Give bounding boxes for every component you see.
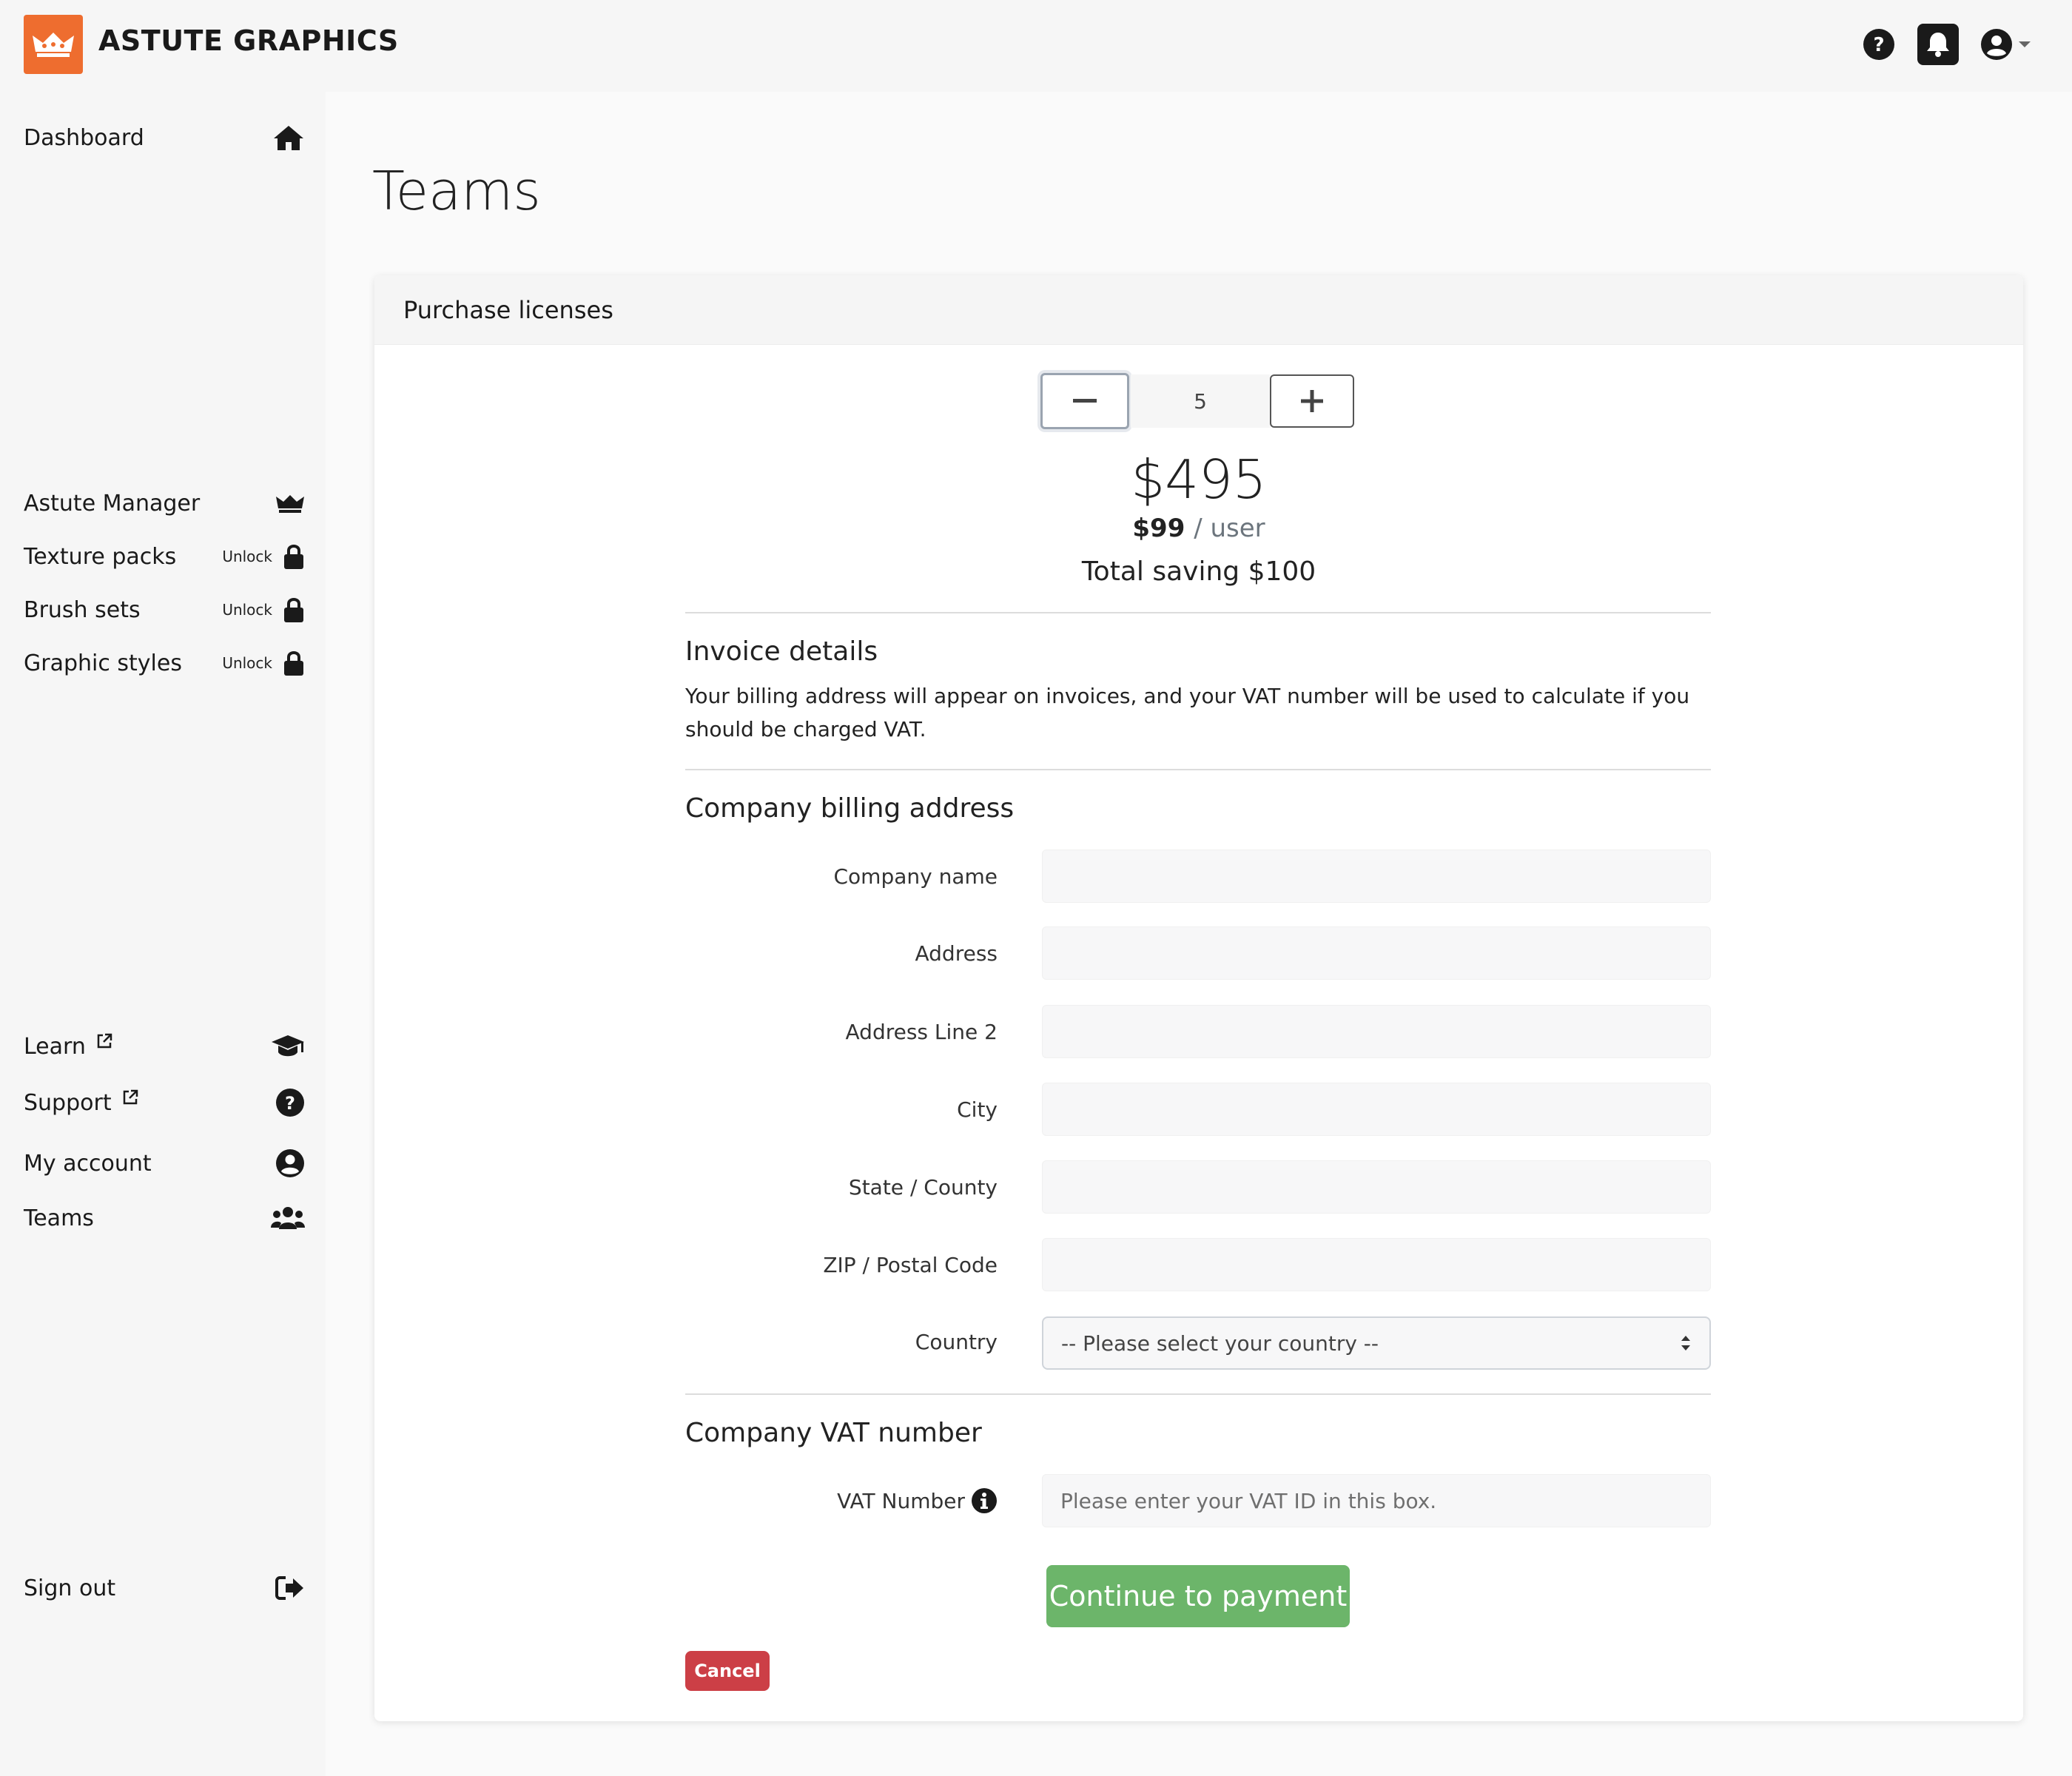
- question-circle-icon: ?: [276, 1089, 304, 1117]
- crown-logo-icon[interactable]: [24, 15, 83, 74]
- user-menu[interactable]: [1980, 28, 2039, 61]
- sidebar-item-label: Dashboard: [24, 124, 144, 151]
- minus-icon: [1073, 399, 1097, 403]
- page-title: Teams: [372, 160, 541, 222]
- state-county-field[interactable]: [1042, 1160, 1711, 1214]
- unlock-label: Unlock: [222, 601, 272, 619]
- svg-text:?: ?: [1873, 34, 1884, 56]
- sidebar-item-label: Support: [24, 1089, 112, 1116]
- sidebar-item-my-account[interactable]: My account: [24, 1143, 305, 1184]
- state-county-label: State / County: [848, 1174, 998, 1200]
- user-circle-icon: [276, 1149, 304, 1177]
- sidebar-item-label: Brush sets: [24, 596, 141, 623]
- plus-icon: [1301, 390, 1323, 412]
- total-price: $495: [1131, 448, 1267, 511]
- address-label: Address: [915, 941, 998, 966]
- address-line-2-label: Address Line 2: [845, 1019, 998, 1044]
- divider: [685, 612, 1711, 613]
- external-link-icon: [97, 1033, 112, 1049]
- address-line-2-field[interactable]: [1042, 1005, 1711, 1058]
- city-field[interactable]: [1042, 1083, 1711, 1136]
- invoice-details-title: Invoice details: [685, 636, 878, 667]
- divider: [685, 769, 1711, 770]
- vat-number-label: VAT Number: [685, 1474, 998, 1527]
- per-user-amount: $99: [1132, 514, 1185, 543]
- sidebar-item-label: Sign out: [24, 1575, 116, 1601]
- per-user-suffix: / user: [1194, 514, 1265, 543]
- per-user-price: $99 / user: [1036, 514, 1362, 543]
- company-name-field[interactable]: [1042, 850, 1711, 903]
- sign-out-icon: [275, 1576, 303, 1600]
- zip-postal-code-label: ZIP / Postal Code: [823, 1252, 998, 1277]
- crown-icon: [276, 495, 304, 513]
- sidebar-item-learn[interactable]: Learn: [24, 1026, 305, 1067]
- country-select[interactable]: -- Please select your country --: [1042, 1316, 1711, 1370]
- sidebar-item-texture-packs[interactable]: Texture packs Unlock: [24, 536, 305, 577]
- increase-quantity-button[interactable]: [1270, 374, 1354, 428]
- sidebar-item-label: My account: [24, 1150, 152, 1177]
- top-bar: ASTUTE GRAPHICS ?: [0, 0, 2072, 92]
- sidebar-item-label: Texture packs: [24, 543, 177, 570]
- quantity-stepper[interactable]: 5: [1131, 374, 1270, 428]
- home-icon: [274, 126, 303, 150]
- vat-number-field[interactable]: [1042, 1474, 1711, 1527]
- svg-text:?: ?: [285, 1093, 295, 1114]
- sidebar-item-teams[interactable]: Teams: [24, 1197, 305, 1239]
- bell-icon: [1927, 33, 1949, 57]
- card-title: Purchase licenses: [374, 275, 2023, 345]
- continue-to-payment-button[interactable]: Continue to payment: [1046, 1565, 1350, 1627]
- sidebar-item-label: Teams: [24, 1205, 94, 1231]
- sidebar: Dashboard Astute Manager Texture packs U…: [0, 92, 326, 1776]
- sidebar-item-astute-manager[interactable]: Astute Manager: [24, 482, 305, 524]
- country-select-value: -- Please select your country --: [1061, 1331, 1379, 1356]
- users-icon: [271, 1207, 305, 1229]
- cancel-button[interactable]: Cancel: [685, 1651, 770, 1691]
- invoice-details-description: Your billing address will appear on invo…: [685, 684, 1690, 741]
- billing-address-title: Company billing address: [685, 793, 1015, 824]
- sidebar-item-label: Astute Manager: [24, 490, 201, 517]
- country-label: Country: [915, 1329, 998, 1354]
- lock-icon: [284, 651, 303, 676]
- sidebar-item-brush-sets[interactable]: Brush sets Unlock: [24, 589, 305, 630]
- info-icon[interactable]: [971, 1487, 998, 1514]
- sort-arrows-icon: [1681, 1336, 1690, 1350]
- sidebar-item-dashboard[interactable]: Dashboard: [24, 117, 305, 158]
- total-saving: Total saving $100: [1081, 556, 1316, 587]
- decrease-quantity-button[interactable]: [1040, 373, 1129, 429]
- unlock-label: Unlock: [222, 654, 272, 672]
- divider: [685, 1393, 1711, 1395]
- sidebar-item-support[interactable]: Support ?: [24, 1082, 305, 1123]
- caret-down-icon: [2019, 41, 2031, 47]
- zip-postal-code-field[interactable]: [1042, 1238, 1711, 1291]
- address-field[interactable]: [1042, 926, 1711, 980]
- sidebar-item-label: Graphic styles: [24, 650, 182, 676]
- sidebar-item-graphic-styles[interactable]: Graphic styles Unlock: [24, 642, 305, 684]
- vat-number-label-text: VAT Number: [837, 1488, 965, 1513]
- city-label: City: [957, 1097, 998, 1122]
- lock-icon: [284, 598, 303, 622]
- brand-name[interactable]: ASTUTE GRAPHICS: [98, 24, 399, 57]
- sidebar-item-label: Learn: [24, 1033, 86, 1060]
- vat-number-title: Company VAT number: [685, 1418, 982, 1448]
- sidebar-item-sign-out[interactable]: Sign out: [24, 1567, 305, 1609]
- graduation-cap-icon: [272, 1035, 304, 1057]
- help-icon[interactable]: ?: [1863, 28, 1895, 61]
- lock-icon: [284, 545, 303, 569]
- notifications-button[interactable]: [1917, 24, 1959, 65]
- company-name-label: Company name: [833, 864, 998, 889]
- unlock-label: Unlock: [222, 548, 272, 565]
- user-circle-icon: [1981, 29, 2012, 60]
- external-link-icon: [123, 1089, 138, 1105]
